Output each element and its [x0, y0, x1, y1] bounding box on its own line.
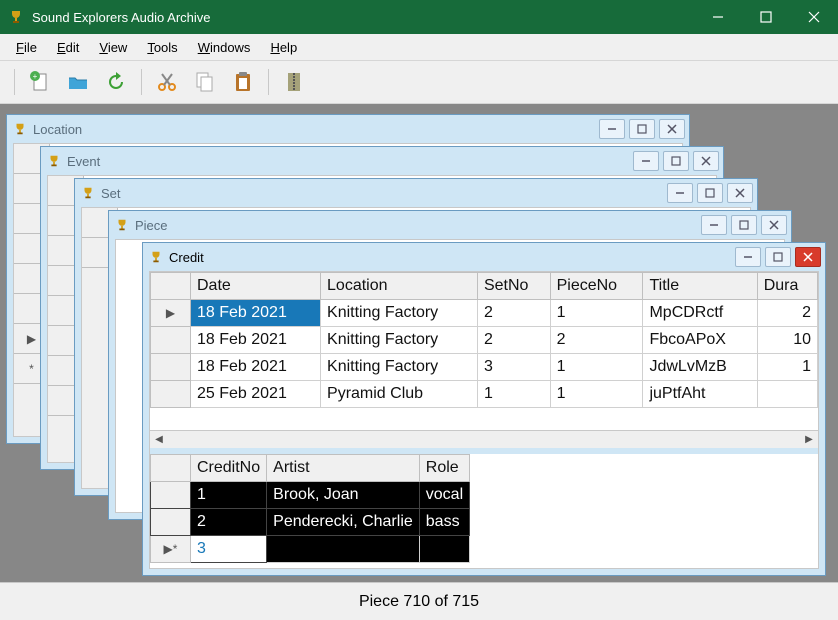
- mdi-window-credit[interactable]: Credit Date Location SetNo PieceNo: [142, 242, 826, 576]
- credit-detail-grid[interactable]: CreditNo Artist Role 1 Brook, Joan vocal…: [150, 454, 470, 563]
- trophy-icon: [149, 250, 163, 264]
- menu-file[interactable]: File: [16, 40, 37, 55]
- cell-date[interactable]: 18 Feb 2021: [191, 300, 321, 327]
- cell-location[interactable]: Knitting Factory: [321, 300, 478, 327]
- toolbar-open-button[interactable]: [63, 67, 93, 97]
- col-duration[interactable]: Dura: [757, 273, 817, 300]
- table-row[interactable]: 2 Penderecki, Charlie bass: [151, 509, 470, 536]
- mdi-title-text: Piece: [135, 218, 168, 233]
- menu-windows[interactable]: Windows: [198, 40, 251, 55]
- status-text: Piece 710 of 715: [359, 593, 479, 611]
- mdi-client-area: Location ▶ * Event: [0, 104, 838, 582]
- row-selector-icon[interactable]: ▶: [151, 300, 191, 327]
- cell-pieceno[interactable]: 1: [550, 300, 643, 327]
- credit-master-grid[interactable]: Date Location SetNo PieceNo Title Dura ▶…: [150, 272, 818, 408]
- table-row-new[interactable]: ▶* 3: [151, 536, 470, 563]
- mdi-minimize-button[interactable]: [633, 151, 659, 171]
- mdi-minimize-button[interactable]: [701, 215, 727, 235]
- mdi-close-button[interactable]: [761, 215, 787, 235]
- cell-setno[interactable]: 2: [477, 300, 550, 327]
- table-row[interactable]: 18 Feb 2021 Knitting Factory 2 2 FbcoAPo…: [151, 327, 818, 354]
- cell-title[interactable]: MpCDRctf: [643, 300, 757, 327]
- toolbar-cut-button[interactable]: [152, 67, 182, 97]
- col-setno[interactable]: SetNo: [477, 273, 550, 300]
- title-bar: Sound Explorers Audio Archive: [0, 0, 838, 34]
- col-pieceno[interactable]: PieceNo: [550, 273, 643, 300]
- app-title: Sound Explorers Audio Archive: [32, 10, 694, 25]
- window-maximize-button[interactable]: [742, 0, 790, 34]
- col-title[interactable]: Title: [643, 273, 757, 300]
- col-artist[interactable]: Artist: [267, 455, 420, 482]
- window-minimize-button[interactable]: [694, 0, 742, 34]
- mdi-minimize-button[interactable]: [599, 119, 625, 139]
- trophy-icon: [81, 186, 95, 200]
- table-row[interactable]: 1 Brook, Joan vocal: [151, 482, 470, 509]
- mdi-close-button[interactable]: [693, 151, 719, 171]
- scroll-right-icon[interactable]: ▶: [802, 433, 816, 447]
- svg-text:+: +: [33, 72, 38, 81]
- toolbar-new-button[interactable]: +: [25, 67, 55, 97]
- mdi-maximize-button[interactable]: [629, 119, 655, 139]
- mdi-close-button[interactable]: [795, 247, 821, 267]
- mdi-minimize-button[interactable]: [735, 247, 761, 267]
- horizontal-scrollbar[interactable]: ◀ ▶: [150, 430, 818, 448]
- col-location[interactable]: Location: [321, 273, 478, 300]
- corner-cell[interactable]: [151, 273, 191, 300]
- table-row[interactable]: 18 Feb 2021 Knitting Factory 3 1 JdwLvMz…: [151, 354, 818, 381]
- mdi-minimize-button[interactable]: [667, 183, 693, 203]
- corner-cell[interactable]: [151, 455, 191, 482]
- menu-help[interactable]: Help: [270, 40, 297, 55]
- col-creditno[interactable]: CreditNo: [191, 455, 267, 482]
- toolbar-paste-button[interactable]: [228, 67, 258, 97]
- toolbar-zip-button[interactable]: [279, 67, 309, 97]
- toolbar-copy-button[interactable]: [190, 67, 220, 97]
- mdi-title-text: Event: [67, 154, 100, 169]
- mdi-close-button[interactable]: [659, 119, 685, 139]
- mdi-title-text: Set: [101, 186, 121, 201]
- menu-view[interactable]: View: [99, 40, 127, 55]
- mdi-title-text: Location: [33, 122, 82, 137]
- col-role[interactable]: Role: [419, 455, 469, 482]
- trophy-icon: [47, 154, 61, 168]
- menu-bar: File Edit View Tools Windows Help: [0, 34, 838, 60]
- toolbar: +: [0, 60, 838, 104]
- menu-tools[interactable]: Tools: [147, 40, 177, 55]
- app-icon: [8, 9, 24, 25]
- mdi-maximize-button[interactable]: [765, 247, 791, 267]
- status-bar: Piece 710 of 715: [0, 582, 838, 620]
- mdi-close-button[interactable]: [727, 183, 753, 203]
- toolbar-refresh-button[interactable]: [101, 67, 131, 97]
- scroll-left-icon[interactable]: ◀: [152, 433, 166, 447]
- trophy-icon: [13, 122, 27, 136]
- cell-dur[interactable]: 2: [757, 300, 817, 327]
- mdi-maximize-button[interactable]: [697, 183, 723, 203]
- col-date[interactable]: Date: [191, 273, 321, 300]
- mdi-maximize-button[interactable]: [663, 151, 689, 171]
- table-row[interactable]: 25 Feb 2021 Pyramid Club 1 1 juPtfAht: [151, 381, 818, 408]
- new-row-icon[interactable]: ▶*: [151, 536, 191, 563]
- menu-edit[interactable]: Edit: [57, 40, 79, 55]
- mdi-title-text: Credit: [169, 250, 204, 265]
- table-row[interactable]: ▶ 18 Feb 2021 Knitting Factory 2 1 MpCDR…: [151, 300, 818, 327]
- mdi-maximize-button[interactable]: [731, 215, 757, 235]
- window-close-button[interactable]: [790, 0, 838, 34]
- trophy-icon: [115, 218, 129, 232]
